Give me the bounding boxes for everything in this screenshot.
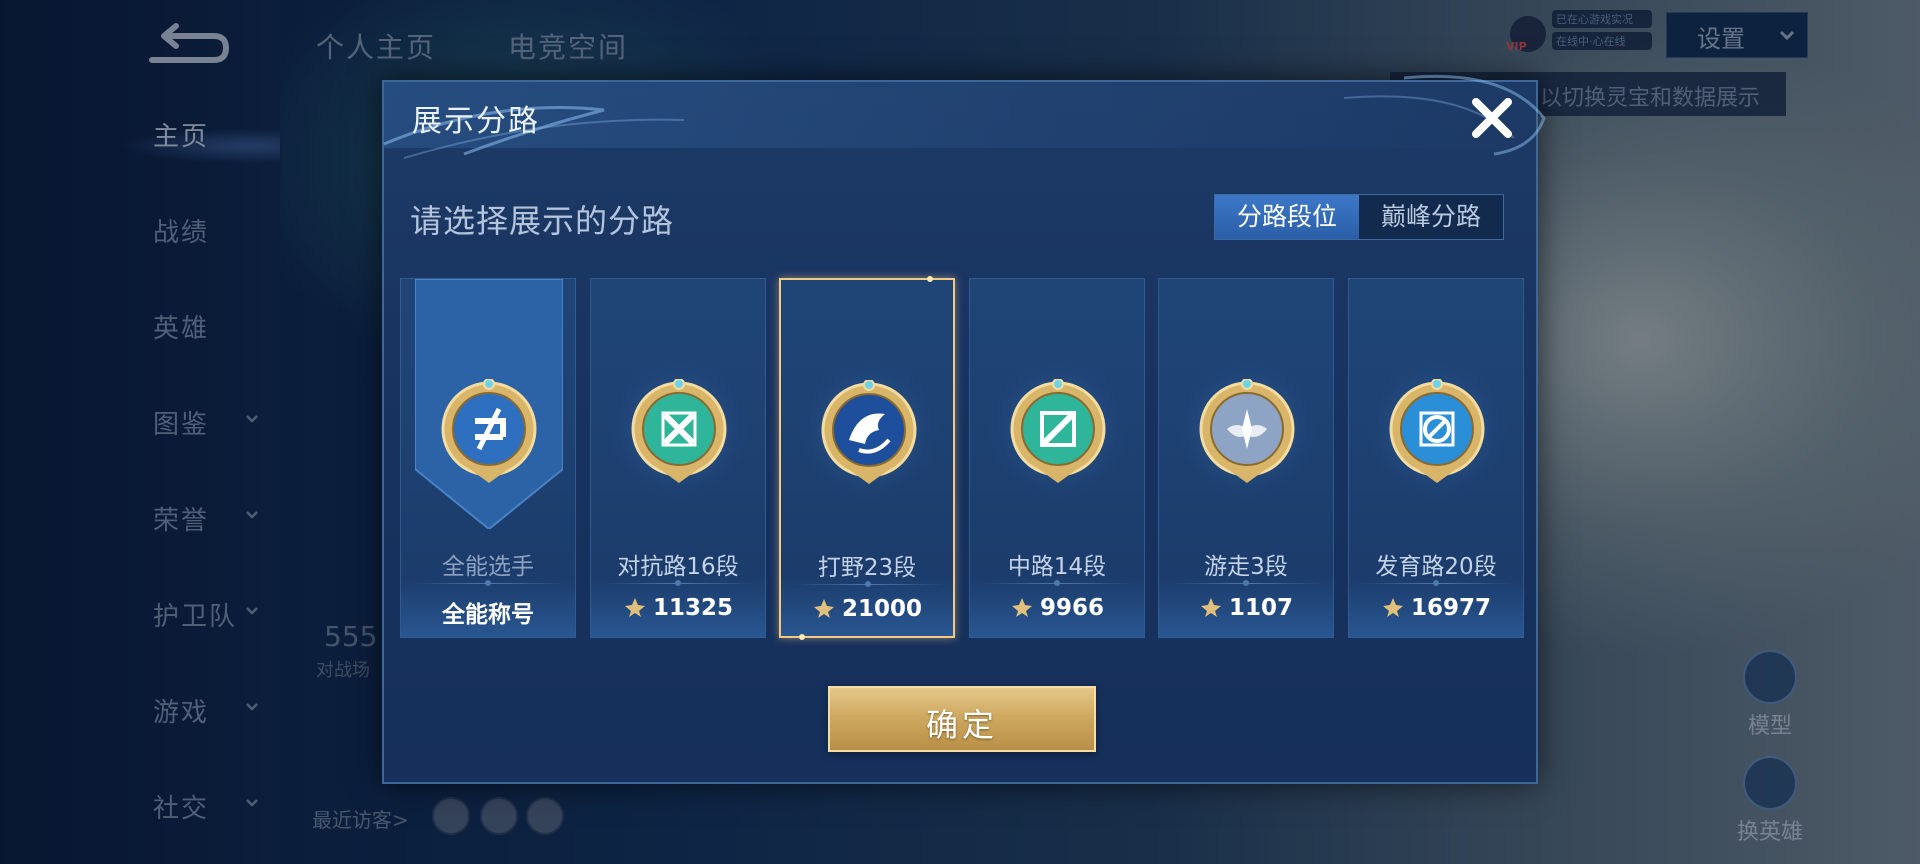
- lane-card-list: 全能选手 全能称号 对抗路16段 11325 打野23段 21000 中路14段 9966 游走…: [400, 276, 1524, 640]
- close-icon[interactable]: [1464, 90, 1520, 146]
- lane-display-dialog: 展示分路 请选择展示的分路 分路段位 巅峰分路 全能选手 全能称号 对抗路16段 11…: [382, 74, 1546, 784]
- farm-lane-emblem-icon: [1389, 379, 1485, 483]
- lane-score-value: 21000: [841, 596, 923, 622]
- lane-score: 9966: [970, 595, 1144, 621]
- lane-score-value: 16977: [1410, 595, 1492, 621]
- clash-lane-emblem-icon: [631, 379, 727, 483]
- card-divider: [1361, 580, 1513, 586]
- lane-rank-label: 全能选手: [442, 554, 534, 580]
- points-icon: [1200, 598, 1221, 617]
- card-divider: [793, 581, 945, 587]
- confirm-button[interactable]: 确定: [828, 686, 1096, 752]
- points-icon: [1011, 598, 1032, 617]
- lane-card[interactable]: 发育路20段 16977: [1348, 278, 1524, 638]
- lane-rank-label: 发育路20段: [1375, 554, 1497, 580]
- lane-score: 全能称号: [401, 595, 575, 629]
- card-divider: [603, 580, 755, 586]
- lane-rank-label: 中路14段: [1007, 554, 1107, 580]
- selection-sparkle: [927, 276, 933, 282]
- card-divider: [413, 580, 565, 586]
- card-divider: [1171, 580, 1323, 586]
- lane-score-value: 全能称号: [442, 602, 534, 628]
- lane-score: 1107: [1159, 595, 1333, 621]
- lane-score: 21000: [781, 596, 953, 622]
- tab-lane-rank[interactable]: 分路段位: [1215, 195, 1359, 239]
- lane-rank-label: 打野23段: [817, 555, 917, 581]
- roam-emblem-icon: [1199, 379, 1295, 483]
- lane-card[interactable]: 中路14段 9966: [969, 278, 1145, 638]
- confirm-label: 确定: [925, 706, 998, 744]
- points-icon: [1382, 598, 1403, 617]
- lane-score-value: 9966: [1039, 595, 1104, 621]
- lane-mode-toggle: 分路段位 巅峰分路: [1214, 194, 1504, 240]
- lane-score: 11325: [591, 595, 765, 621]
- tab-peak-lane[interactable]: 巅峰分路: [1359, 195, 1503, 239]
- lane-card[interactable]: 全能选手 全能称号: [400, 278, 576, 638]
- jungle-emblem-icon: [821, 380, 917, 484]
- lane-card[interactable]: 游走3段 1107: [1158, 278, 1334, 638]
- lane-rank-label: 游走3段: [1204, 554, 1288, 580]
- lane-card[interactable]: 打野23段 21000: [779, 276, 955, 640]
- selection-sparkle: [799, 634, 805, 640]
- mid-lane-emblem-icon: [1010, 379, 1106, 483]
- lane-score: 16977: [1349, 595, 1523, 621]
- lane-score-value: 11325: [652, 595, 734, 621]
- dialog-title: 展示分路: [412, 104, 540, 139]
- lane-score-value: 1107: [1228, 595, 1293, 621]
- lane-rank-label: 对抗路16段: [617, 554, 739, 580]
- points-icon: [813, 599, 834, 618]
- dialog-header: [384, 82, 1536, 148]
- points-icon: [624, 598, 645, 617]
- lane-card[interactable]: 对抗路16段 11325: [590, 278, 766, 638]
- card-divider: [982, 580, 1134, 586]
- all-round-emblem-icon: [441, 379, 537, 483]
- select-lane-prompt: 请选择展示的分路: [410, 202, 675, 240]
